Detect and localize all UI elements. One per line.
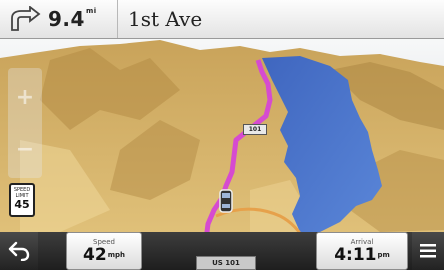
zoom-controls: + −	[8, 68, 42, 178]
navigation-screen: 101 9.4mi 1st Ave + − SPEED LIMIT 45 Spe…	[0, 0, 444, 270]
speed-field[interactable]: Speed 42mph	[66, 232, 142, 270]
map-view[interactable]	[0, 0, 444, 270]
arrival-field[interactable]: Arrival 4:11pm	[316, 232, 408, 270]
vehicle-icon	[219, 189, 233, 213]
menu-button[interactable]	[412, 232, 444, 270]
back-arrow-icon	[8, 241, 30, 261]
instruction-bar: 9.4mi 1st Ave	[0, 0, 444, 39]
speed-limit-sign: SPEED LIMIT 45	[9, 183, 35, 217]
menu-icon	[420, 244, 436, 258]
turn-distance: 9.4mi	[48, 7, 97, 31]
map-road-sign: 101	[243, 124, 267, 135]
turn-right-arrow-icon	[11, 6, 41, 31]
back-button[interactable]	[0, 232, 38, 270]
speed-unit: mph	[107, 250, 125, 259]
next-turn-panel[interactable]: 9.4mi	[0, 0, 118, 38]
speed-value: 42mph	[83, 244, 125, 265]
arrival-unit: pm	[377, 250, 390, 259]
zoom-in-icon[interactable]: +	[8, 80, 42, 114]
current-road-name: US 101	[212, 259, 240, 267]
arrival-value: 4:11pm	[334, 244, 390, 265]
speed-limit-value: 45	[14, 198, 30, 211]
street-name[interactable]: 1st Ave	[128, 7, 202, 31]
zoom-out-icon[interactable]: −	[8, 132, 42, 166]
current-road-label: US 101	[196, 256, 256, 270]
